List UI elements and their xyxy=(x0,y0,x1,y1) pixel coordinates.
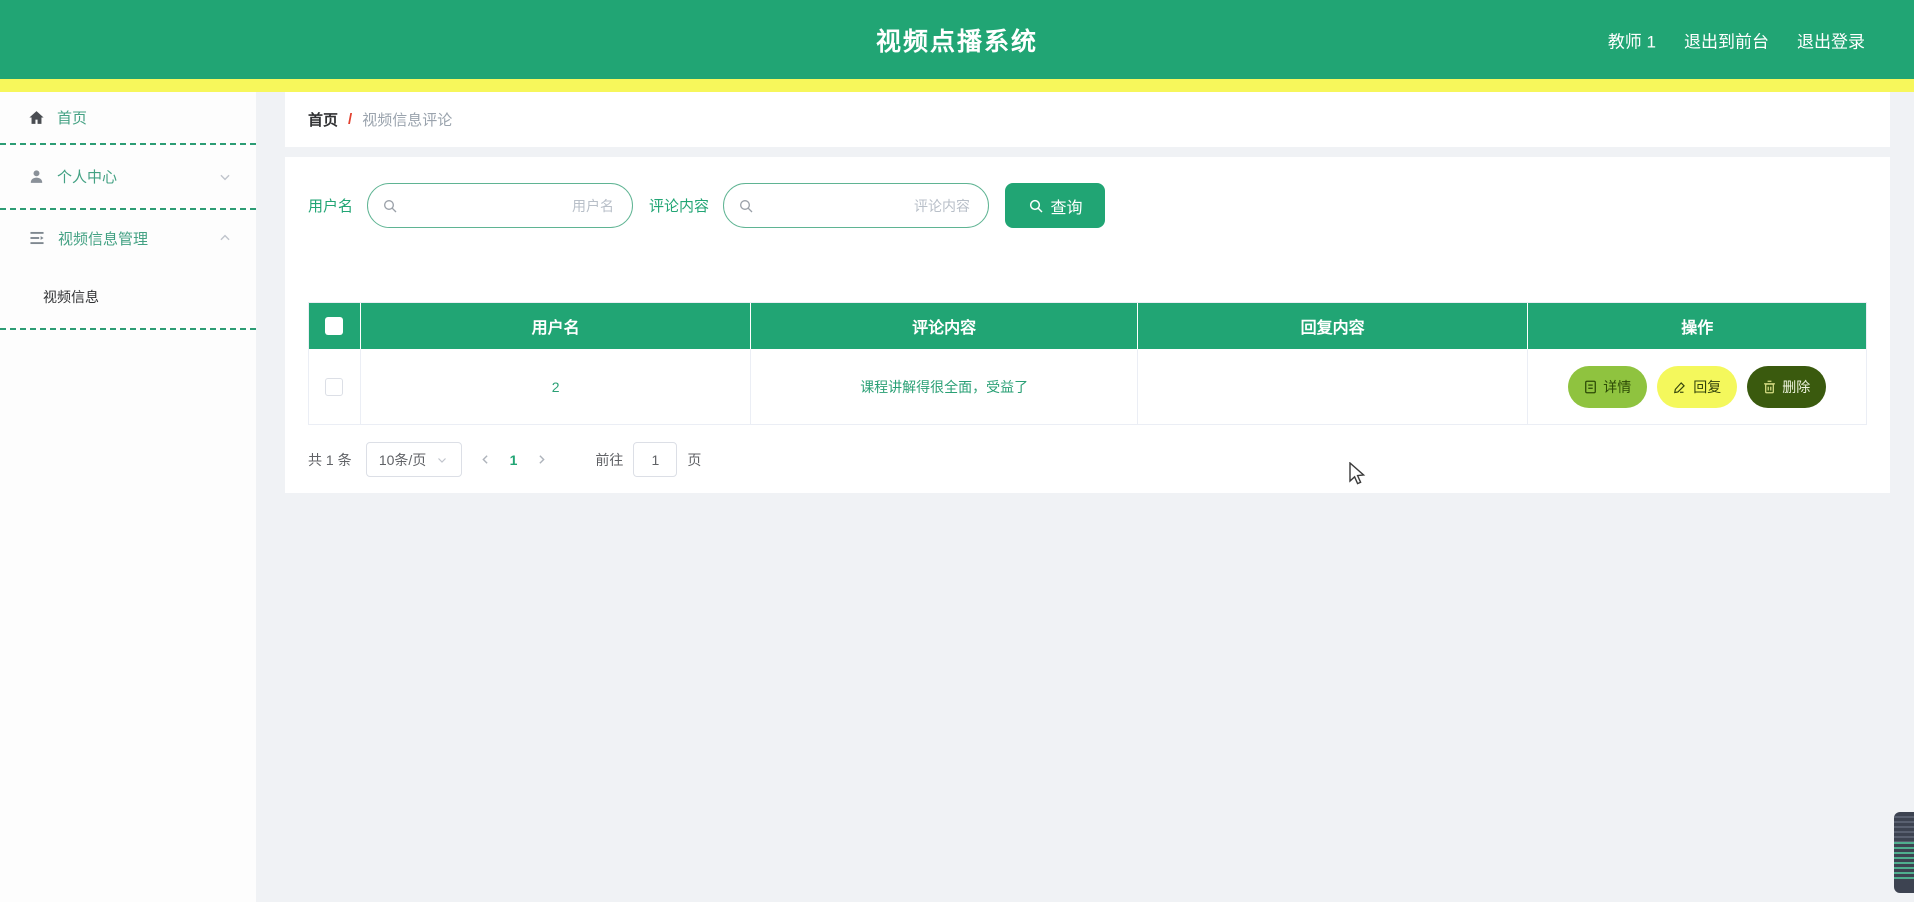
comment-input-wrapper xyxy=(723,183,990,228)
current-user-link[interactable]: 教师 1 xyxy=(1608,27,1656,52)
query-button-label: 查询 xyxy=(1050,199,1083,217)
row-comment: 课程讲解得很全面，受益了 xyxy=(751,349,1138,424)
content-card: 用户名 评论内容 xyxy=(285,157,1890,493)
prev-page-button[interactable] xyxy=(476,453,496,466)
sidebar: 首页 个人中心 视频信息管理 视频信息 xyxy=(0,92,256,902)
comment-label: 评论内容 xyxy=(649,198,710,215)
comment-input[interactable] xyxy=(760,197,971,214)
user-icon xyxy=(28,168,45,185)
delete-button-label: 删除 xyxy=(1782,378,1811,395)
app-header: 视频点播系统 教师 1 退出到前台 退出登录 xyxy=(0,0,1914,79)
row-actions: 详情 回复 删除 xyxy=(1528,349,1866,424)
row-reply xyxy=(1138,349,1529,424)
trash-icon xyxy=(1763,380,1776,394)
minimap-green-lines xyxy=(1894,842,1914,880)
goto-label: 前往 xyxy=(595,451,624,468)
page: 视频点播系统 教师 1 退出到前台 退出登录 首页 个人中心 视频信息管理 视频… xyxy=(0,0,1914,902)
username-label: 用户名 xyxy=(308,198,354,215)
search-icon xyxy=(382,198,398,214)
sidebar-item-home[interactable]: 首页 xyxy=(0,92,256,143)
logout-link[interactable]: 退出登录 xyxy=(1797,27,1865,52)
document-icon xyxy=(1584,380,1597,394)
username-input-wrapper xyxy=(367,183,634,228)
sidebar-subitem-video-info[interactable]: 视频信息 xyxy=(0,266,256,328)
breadcrumb-home-link[interactable]: 首页 xyxy=(308,109,338,130)
main-area: 首页 / 视频信息评论 用户名 评论内容 xyxy=(256,92,1914,902)
row-checkbox-cell xyxy=(309,349,361,424)
list-icon xyxy=(28,230,46,246)
minimap-scrollbar[interactable] xyxy=(1894,812,1914,893)
breadcrumb-current: 视频信息评论 xyxy=(362,112,453,129)
accent-bar xyxy=(0,79,1914,92)
query-button[interactable]: 查询 xyxy=(1005,183,1106,228)
table-row: 2 课程讲解得很全面，受益了 详情 回复 删除 xyxy=(309,349,1866,425)
page-number-1[interactable]: 1 xyxy=(510,452,518,468)
sidebar-item-label: 首页 xyxy=(57,110,88,127)
table-header-comment: 评论内容 xyxy=(751,303,1138,349)
search-form: 用户名 评论内容 xyxy=(308,183,1867,228)
sidebar-item-video-info-management[interactable]: 视频信息管理 xyxy=(0,210,256,266)
page-size-select[interactable]: 10条/页 xyxy=(365,442,462,477)
minimap-gray-lines xyxy=(1894,816,1914,842)
page-title: 视频点播系统 xyxy=(875,27,1039,56)
delete-button[interactable]: 删除 xyxy=(1747,365,1827,408)
pencil-icon xyxy=(1673,380,1687,394)
breadcrumb: 首页 / 视频信息评论 xyxy=(285,92,1890,147)
header-links: 教师 1 退出到前台 退出登录 xyxy=(1608,27,1865,52)
table-header-checkbox-cell xyxy=(309,303,361,349)
sidebar-subitem-label: 视频信息 xyxy=(43,289,99,305)
next-page-button[interactable] xyxy=(531,453,551,466)
reply-button[interactable]: 回复 xyxy=(1657,365,1738,408)
pagination-total: 共 1 条 xyxy=(308,451,352,468)
sidebar-divider xyxy=(0,328,256,330)
row-username: 2 xyxy=(361,349,752,424)
chevron-down-icon xyxy=(218,170,232,184)
breadcrumb-separator: / xyxy=(348,111,353,128)
comments-table: 用户名 评论内容 回复内容 操作 2 课程讲解得很全面，受益了 详情 回复 删除 xyxy=(308,302,1867,425)
search-icon xyxy=(738,198,754,214)
table-header-reply: 回复内容 xyxy=(1138,303,1529,349)
sidebar-item-personal-center[interactable]: 个人中心 xyxy=(0,145,256,208)
sidebar-item-label: 个人中心 xyxy=(57,169,118,186)
goto-page-input[interactable] xyxy=(633,442,678,477)
sidebar-item-label: 视频信息管理 xyxy=(58,230,149,248)
page-unit-label: 页 xyxy=(687,451,702,468)
table-header-username: 用户名 xyxy=(361,303,752,349)
select-all-checkbox[interactable] xyxy=(325,317,344,335)
home-icon xyxy=(28,109,45,126)
pagination: 共 1 条 10条/页 1 前往 1 页 xyxy=(308,442,1867,477)
username-input[interactable] xyxy=(404,197,615,214)
detail-button[interactable]: 详情 xyxy=(1568,365,1648,408)
detail-button-label: 详情 xyxy=(1603,378,1632,395)
page-size-value: 10条/页 xyxy=(378,451,427,468)
reply-button-label: 回复 xyxy=(1693,378,1722,395)
chevron-up-icon xyxy=(218,231,232,245)
table-header-row: 用户名 评论内容 回复内容 操作 xyxy=(309,303,1866,349)
table-header-actions: 操作 xyxy=(1681,320,1714,337)
search-icon xyxy=(1028,198,1044,214)
exit-to-front-link[interactable]: 退出到前台 xyxy=(1684,27,1769,52)
row-checkbox[interactable] xyxy=(325,377,344,396)
chevron-down-icon xyxy=(436,454,448,466)
